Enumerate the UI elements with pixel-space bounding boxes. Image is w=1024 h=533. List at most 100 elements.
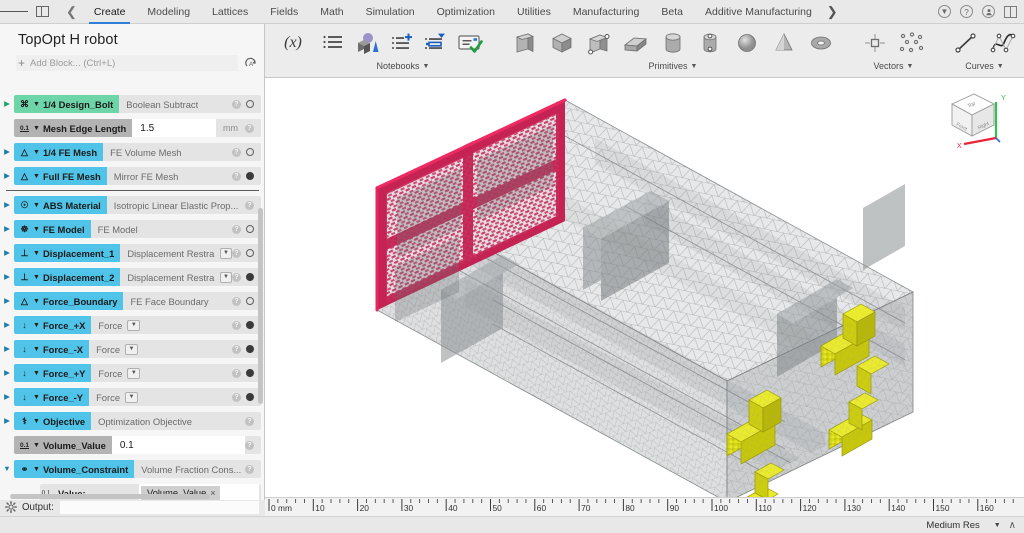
settings-gear-icon[interactable]	[0, 501, 22, 513]
chevron-down-icon[interactable]: ▼	[33, 418, 40, 425]
chevron-down-icon[interactable]: ▼	[33, 274, 40, 281]
tree-row-objective[interactable]: ▶⚕▼ObjectiveOptimization Objective?	[0, 411, 265, 431]
parallelepiped-icon[interactable]	[619, 26, 653, 60]
value-input[interactable]: 1.5	[132, 119, 216, 137]
tab-fields[interactable]: Fields	[259, 0, 309, 24]
chevron-down-icon[interactable]: ▼	[33, 346, 40, 353]
tree-expander[interactable]: ▶	[0, 225, 14, 233]
chevron-down-icon[interactable]: ▼	[33, 202, 40, 209]
visibility-toggle-icon[interactable]	[246, 297, 254, 305]
visibility-toggle-icon[interactable]	[246, 273, 254, 281]
help-icon[interactable]: ?	[232, 172, 241, 181]
tree-row-force-boundary[interactable]: ▶△▼Force_BoundaryFE Face Boundary?	[0, 291, 265, 311]
block-badge[interactable]: ⌘▼1/4 Design_Bolt	[14, 95, 119, 113]
block-badge[interactable]: ↓▼Force_+X	[14, 316, 91, 334]
help-icon[interactable]: ?	[232, 369, 241, 378]
line-icon[interactable]	[949, 26, 983, 60]
3d-viewport[interactable]: Top Front Right Y X	[265, 78, 1024, 497]
panel-horizontal-scrollbar[interactable]	[10, 494, 260, 499]
tree-expander[interactable]: ▶	[0, 321, 14, 329]
tree-row-force-y[interactable]: ▶↓▼Force_-YForce▼?	[0, 387, 265, 407]
visibility-toggle-icon[interactable]	[246, 249, 254, 257]
visibility-toggle-icon[interactable]	[246, 148, 254, 156]
tab-math[interactable]: Math	[309, 0, 354, 24]
tab-manufacturing[interactable]: Manufacturing	[562, 0, 651, 24]
help-icon[interactable]: ?	[232, 100, 241, 109]
chevron-down-icon[interactable]: ▼	[997, 63, 1004, 70]
tree-row-1-4-design-bolt[interactable]: ▶⌘▼1/4 Design_BoltBoolean Subtract?	[0, 94, 265, 114]
sphere-icon[interactable]	[730, 26, 764, 60]
insert-list-item-icon[interactable]	[421, 26, 451, 60]
expand-panel-icon[interactable]: ∧	[1009, 520, 1016, 531]
tab-optimization[interactable]: Optimization	[426, 0, 506, 24]
tab-lattices[interactable]: Lattices	[201, 0, 259, 24]
account-icon[interactable]	[982, 5, 995, 18]
chevron-down-icon[interactable]: ▼	[907, 63, 914, 70]
tree-expander[interactable]: ▶	[0, 297, 14, 305]
output-field[interactable]	[60, 501, 259, 514]
visibility-toggle-icon[interactable]	[246, 321, 254, 329]
tree-expander[interactable]: ▶	[0, 273, 14, 281]
help-icon[interactable]: ?	[245, 441, 254, 450]
block-badge[interactable]: ⚭▼Volume_Constraint	[14, 460, 134, 478]
block-badge[interactable]: ⚕▼Objective	[14, 412, 91, 430]
block-badge[interactable]: ↓▼Force_+Y	[14, 364, 91, 382]
cone-icon[interactable]	[767, 26, 801, 60]
tree-row-displacement-2[interactable]: ▶⊥▼Displacement_2Displacement Restraint▼…	[0, 267, 265, 287]
chevron-down-icon[interactable]: ▼	[33, 250, 40, 257]
visibility-toggle-icon[interactable]	[246, 345, 254, 353]
chevron-down-icon[interactable]: ▼	[127, 368, 140, 379]
chevron-down-icon[interactable]: ▼	[220, 272, 232, 283]
block-badge[interactable]: ⊥▼Displacement_1	[14, 244, 120, 262]
tree-expander[interactable]: ▶	[0, 345, 14, 353]
chevron-down-icon[interactable]: ▼	[691, 63, 698, 70]
help-icon[interactable]: ?	[232, 345, 241, 354]
tree-expander[interactable]: ▶	[0, 249, 14, 257]
cylinder-two-point-icon[interactable]	[693, 26, 727, 60]
tab-additive-manufacturing[interactable]: Additive Manufacturing	[694, 0, 823, 24]
tree-row-force-y[interactable]: ▶↓▼Force_+YForce▼?	[0, 363, 265, 383]
chevron-down-icon[interactable]: ▼	[423, 63, 430, 70]
block-badge[interactable]: △▼Force_Boundary	[14, 292, 123, 310]
chevron-down-icon[interactable]: ▼	[33, 394, 40, 401]
primitives-notebook-icon[interactable]	[351, 26, 385, 60]
help-icon[interactable]: ?	[232, 273, 241, 282]
tab-utilities[interactable]: Utilities	[506, 0, 562, 24]
block-badge[interactable]: ☸▼FE Model	[14, 220, 91, 238]
list-icon[interactable]	[318, 26, 348, 60]
variable-icon[interactable]: (x)	[278, 26, 308, 60]
tree-expander[interactable]: ▶	[0, 369, 14, 377]
block-badge[interactable]: ↓▼Force_-X	[14, 340, 89, 358]
tree-row-full-fe-mesh[interactable]: ▶△▼Full FE MeshMirror FE Mesh?	[0, 166, 265, 186]
help-icon[interactable]: ?	[960, 5, 973, 18]
help-icon[interactable]: ?	[245, 417, 254, 426]
visibility-toggle-icon[interactable]	[246, 225, 254, 233]
chevron-down-icon[interactable]: ▼	[33, 466, 40, 473]
cube-icon[interactable]	[545, 26, 579, 60]
block-badge[interactable]: ☉▼ABS Material	[14, 196, 107, 214]
help-icon[interactable]: ?	[245, 201, 254, 210]
auto-arrange-icon[interactable]: A	[243, 56, 258, 71]
visibility-toggle-icon[interactable]	[246, 393, 254, 401]
add-list-item-icon[interactable]	[388, 26, 418, 60]
tree-value-row[interactable]: 0.1▼Mesh Edge Length1.5mm?	[0, 118, 265, 138]
help-icon[interactable]: ?	[232, 249, 241, 258]
value-input[interactable]: 0.1	[112, 436, 245, 454]
tree-row-abs-material[interactable]: ▶☉▼ABS MaterialIsotropic Linear Elastic …	[0, 195, 265, 215]
chevron-down-icon[interactable]: ▼	[125, 344, 138, 355]
chevron-down-icon[interactable]: ▼	[33, 101, 40, 108]
cylinder-icon[interactable]	[656, 26, 690, 60]
tree-expander[interactable]: ▶	[0, 148, 14, 156]
curves-group-label[interactable]: Curves ▼	[965, 61, 1003, 71]
chevron-down-icon[interactable]: ▼	[33, 370, 40, 377]
visibility-toggle-icon[interactable]	[246, 100, 254, 108]
tree-row-displacement-1[interactable]: ▶⊥▼Displacement_1Displacement Restraint▼…	[0, 243, 265, 263]
tree-row-force-x[interactable]: ▶↓▼Force_+XForce▼?	[0, 315, 265, 335]
tree-value-row[interactable]: 0.1▼Volume_Value0.1?	[0, 435, 265, 455]
chevron-down-icon[interactable]: ▼	[220, 248, 232, 259]
point-cloud-icon[interactable]	[895, 26, 929, 60]
tree-expander[interactable]: ▼	[0, 465, 14, 473]
view-cube[interactable]: Top Front Right Y X	[938, 86, 1010, 152]
torus-icon[interactable]	[804, 26, 838, 60]
panel-vertical-scrollbar[interactable]	[258, 96, 263, 498]
